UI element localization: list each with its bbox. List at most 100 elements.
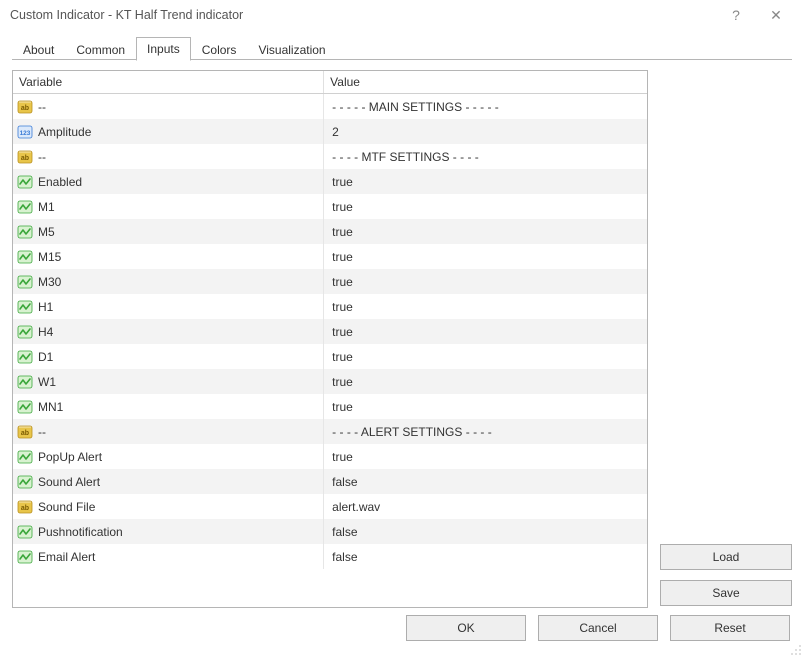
table-row[interactable]: PopUp Alerttrue xyxy=(13,444,647,469)
bool-type-icon xyxy=(17,199,33,215)
variable-cell[interactable]: ab-- xyxy=(13,94,324,120)
variable-cell[interactable]: M30 xyxy=(13,269,324,294)
table-row[interactable]: M30 true xyxy=(13,269,647,294)
column-header-value[interactable]: Value xyxy=(324,71,647,94)
tab-colors[interactable]: Colors xyxy=(191,38,248,61)
value-cell[interactable]: true xyxy=(324,444,647,469)
variable-cell[interactable]: H4 xyxy=(13,319,324,344)
variable-cell[interactable]: PopUp Alert xyxy=(13,444,324,469)
help-button[interactable]: ? xyxy=(716,1,756,29)
tab-label: Inputs xyxy=(147,42,180,56)
value-text: false xyxy=(332,475,357,489)
value-cell[interactable]: - - - - - MAIN SETTINGS - - - - - xyxy=(324,94,647,120)
table-row[interactable]: Sound Alert false xyxy=(13,469,647,494)
table-row[interactable]: H1true xyxy=(13,294,647,319)
value-text: true xyxy=(332,325,353,339)
ok-button[interactable]: OK xyxy=(406,615,526,641)
tab-label: Visualization xyxy=(258,43,325,57)
tab-inputs[interactable]: Inputs xyxy=(136,37,191,61)
table-row[interactable]: D1true xyxy=(13,344,647,369)
value-text: true xyxy=(332,275,353,289)
table-row[interactable]: ab--- - - - MTF SETTINGS - - - - xyxy=(13,144,647,169)
table-row[interactable]: M5 true xyxy=(13,219,647,244)
svg-text:ab: ab xyxy=(21,155,29,162)
table-row[interactable]: 123Amplitude2 xyxy=(13,119,647,144)
value-cell[interactable]: alert.wav xyxy=(324,494,647,519)
save-button[interactable]: Save xyxy=(660,580,792,606)
number-type-icon: 123 xyxy=(17,124,33,140)
variable-cell[interactable]: ab-- xyxy=(13,144,324,169)
string-type-icon: ab xyxy=(17,424,33,440)
table-row[interactable]: M15true xyxy=(13,244,647,269)
window-title: Custom Indicator - KT Half Trend indicat… xyxy=(10,8,716,22)
table-row[interactable]: M1true xyxy=(13,194,647,219)
variable-cell[interactable]: ab -- xyxy=(13,419,324,444)
variable-cell[interactable]: H1 xyxy=(13,294,324,319)
value-cell[interactable]: false xyxy=(324,544,647,569)
variable-cell[interactable]: Sound Alert xyxy=(13,469,324,494)
table-row[interactable]: abSound Filealert.wav xyxy=(13,494,647,519)
load-button[interactable]: Load xyxy=(660,544,792,570)
value-cell[interactable]: true xyxy=(324,294,647,319)
value-cell[interactable]: true xyxy=(324,194,647,219)
button-label: Load xyxy=(713,550,740,564)
value-text: - - - - ALERT SETTINGS - - - - xyxy=(332,425,492,439)
button-label: Cancel xyxy=(579,621,616,635)
bool-type-icon xyxy=(17,524,33,540)
svg-text:ab: ab xyxy=(21,105,29,112)
help-icon: ? xyxy=(732,7,740,23)
tab-about[interactable]: About xyxy=(12,38,65,61)
value-text: true xyxy=(332,400,353,414)
value-cell[interactable]: true xyxy=(324,369,647,394)
variable-cell[interactable]: M1 xyxy=(13,194,324,219)
value-cell[interactable]: false xyxy=(324,519,647,544)
bool-type-icon xyxy=(17,474,33,490)
table-row[interactable]: MN1 true xyxy=(13,394,647,419)
cancel-button[interactable]: Cancel xyxy=(538,615,658,641)
column-header-variable[interactable]: Variable xyxy=(13,71,324,94)
value-cell[interactable]: true xyxy=(324,344,647,369)
variable-cell[interactable]: Enabled xyxy=(13,169,324,194)
bool-type-icon xyxy=(17,449,33,465)
table-row[interactable]: ab -- - - - - ALERT SETTINGS - - - - xyxy=(13,419,647,444)
string-type-icon: ab xyxy=(17,99,33,115)
close-button[interactable]: ✕ xyxy=(756,1,796,29)
variable-cell[interactable]: abSound File xyxy=(13,494,324,519)
bool-type-icon xyxy=(17,299,33,315)
value-cell[interactable]: false xyxy=(324,469,647,494)
value-cell[interactable]: true xyxy=(324,244,647,269)
variable-cell[interactable]: M15 xyxy=(13,244,324,269)
table-row[interactable]: Email Alert false xyxy=(13,544,647,569)
value-cell[interactable]: true xyxy=(324,169,647,194)
variable-cell[interactable]: Email Alert xyxy=(13,544,324,569)
value-cell[interactable]: - - - - ALERT SETTINGS - - - - xyxy=(324,419,647,444)
table-row[interactable]: Enabledtrue xyxy=(13,169,647,194)
table-row[interactable]: H4 true xyxy=(13,319,647,344)
table-row[interactable]: ab--- - - - - MAIN SETTINGS - - - - - xyxy=(13,94,647,120)
variable-cell[interactable]: MN1 xyxy=(13,394,324,419)
variable-cell[interactable]: 123Amplitude xyxy=(13,119,324,144)
bool-type-icon xyxy=(17,374,33,390)
dialog-footer: OK Cancel Reset xyxy=(0,608,804,658)
variable-cell[interactable]: W1 xyxy=(13,369,324,394)
reset-button[interactable]: Reset xyxy=(670,615,790,641)
value-cell[interactable]: 2 xyxy=(324,119,647,144)
variable-name: Pushnotification xyxy=(38,525,123,539)
tab-body: Variable Value ab--- - - - - MAIN SETTIN… xyxy=(12,60,792,608)
value-cell[interactable]: true xyxy=(324,319,647,344)
variable-cell[interactable]: Pushnotification xyxy=(13,519,324,544)
variable-cell[interactable]: D1 xyxy=(13,344,324,369)
variable-cell[interactable]: M5 xyxy=(13,219,324,244)
tab-common[interactable]: Common xyxy=(65,38,136,61)
value-cell[interactable]: true xyxy=(324,394,647,419)
resize-grip-icon[interactable] xyxy=(790,644,802,656)
value-text: false xyxy=(332,550,357,564)
variable-name: -- xyxy=(38,425,46,439)
value-cell[interactable]: true xyxy=(324,219,647,244)
table-row[interactable]: W1true xyxy=(13,369,647,394)
variable-name: M5 xyxy=(38,225,55,239)
value-cell[interactable]: - - - - MTF SETTINGS - - - - xyxy=(324,144,647,169)
tab-visualization[interactable]: Visualization xyxy=(247,38,336,61)
table-row[interactable]: Pushnotification false xyxy=(13,519,647,544)
value-cell[interactable]: true xyxy=(324,269,647,294)
